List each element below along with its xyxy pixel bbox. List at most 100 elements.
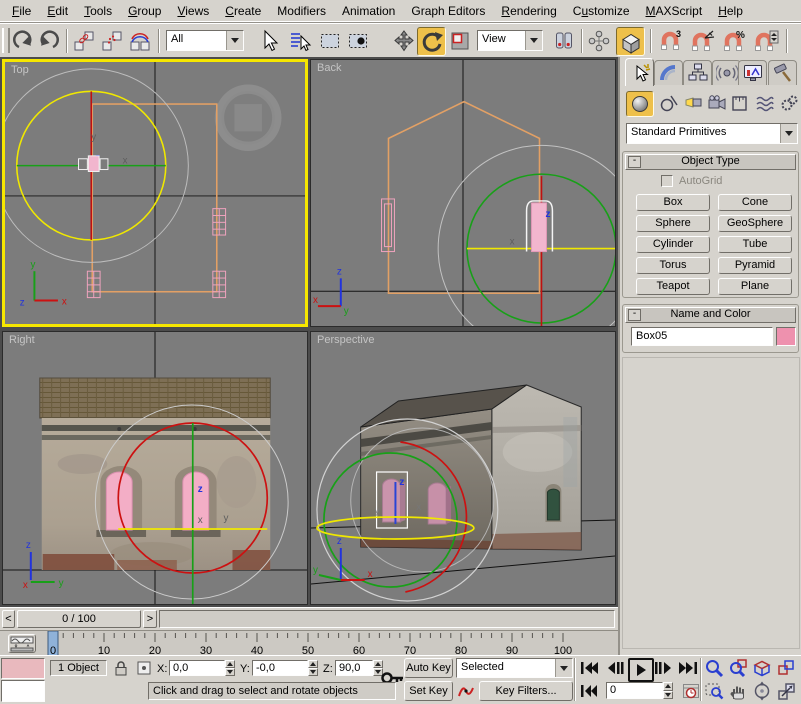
key-filters-button[interactable]: Key Filters... — [479, 681, 573, 701]
right-viewport-canvas[interactable]: z x y z x y — [3, 332, 307, 604]
x-spinner[interactable] — [225, 660, 235, 676]
rectangular-selection-region-icon[interactable] — [316, 27, 343, 54]
tab-modify[interactable] — [654, 60, 683, 85]
viewport-label[interactable]: Back — [317, 62, 341, 74]
select-and-manipulate-icon[interactable] — [585, 27, 612, 54]
primitive-cone-button[interactable]: Cone — [718, 194, 792, 211]
viewport-top[interactable]: Top y x z — [2, 59, 308, 327]
key-tangent-icon[interactable] — [456, 681, 476, 701]
menu-item-views[interactable]: Views — [169, 2, 217, 20]
menu-item-graph-editors[interactable]: Graph Editors — [403, 2, 493, 20]
object-name-input[interactable]: Box05 — [633, 329, 771, 344]
category-lights-icon[interactable] — [682, 91, 705, 115]
z-value-field[interactable]: 90,0 — [335, 660, 373, 676]
object-type-rollout-title[interactable]: - Object Type — [625, 154, 796, 170]
play-icon[interactable] — [628, 658, 654, 682]
window-crossing-icon[interactable] — [344, 27, 371, 54]
menu-item-edit[interactable]: Edit — [39, 2, 76, 20]
menu-item-create[interactable]: Create — [217, 2, 269, 20]
primitive-box-button[interactable]: Box — [636, 194, 710, 211]
snaps-toggle-icon[interactable] — [616, 27, 645, 56]
primitive-teapot-button[interactable]: Teapot — [636, 278, 710, 295]
next-frame-icon[interactable] — [653, 658, 673, 678]
primitive-plane-button[interactable]: Plane — [718, 278, 792, 295]
select-and-rotate-icon[interactable] — [417, 27, 446, 56]
viewport-label[interactable]: Right — [9, 334, 35, 346]
chevron-down-icon[interactable] — [525, 31, 542, 50]
zoom-extents-all-icon[interactable] — [775, 658, 797, 678]
previous-frame-icon[interactable] — [606, 658, 626, 678]
bind-to-space-warp-icon[interactable] — [126, 27, 153, 54]
viewport-label[interactable]: Perspective — [317, 334, 374, 346]
viewport-back[interactable]: Back z x — [310, 59, 616, 327]
menu-item-modifiers[interactable]: Modifiers — [269, 2, 334, 20]
tab-create[interactable] — [625, 58, 654, 86]
menu-item-maxscript[interactable]: MAXScript — [638, 2, 711, 20]
collapse-icon[interactable]: - — [628, 156, 641, 168]
chevron-down-icon[interactable] — [780, 124, 797, 143]
category-shapes-icon[interactable] — [657, 91, 680, 115]
autogrid-checkbox[interactable] — [661, 175, 673, 187]
chevron-down-icon[interactable] — [226, 31, 243, 50]
category-systems-icon[interactable] — [777, 91, 800, 115]
go-to-start-icon[interactable] — [578, 658, 602, 678]
object-color-swatch[interactable] — [776, 327, 796, 346]
tab-utilities[interactable] — [768, 60, 797, 85]
primitive-geosphere-button[interactable]: GeoSphere — [718, 215, 792, 232]
back-viewport-canvas[interactable]: z x z x y — [311, 60, 615, 326]
y-spinner[interactable] — [308, 660, 318, 676]
auto-key-button[interactable]: Auto Key — [404, 658, 453, 678]
menu-item-rendering[interactable]: Rendering — [493, 2, 564, 20]
arc-rotate-icon[interactable] — [751, 681, 773, 701]
zoom-icon[interactable] — [703, 658, 725, 678]
frame-spinner[interactable] — [663, 682, 673, 699]
select-and-link-icon[interactable] — [70, 27, 97, 54]
snap-3d-icon[interactable]: 3 — [656, 27, 683, 54]
primitive-cylinder-button[interactable]: Cylinder — [636, 236, 710, 253]
perspective-viewport-canvas[interactable]: z y x z y x — [311, 332, 615, 604]
absolute-mode-icon[interactable] — [133, 659, 155, 677]
min-max-toggle-icon[interactable] — [775, 681, 797, 701]
viewport-nav-widget[interactable] — [215, 84, 282, 150]
tab-motion[interactable] — [712, 60, 741, 85]
menu-item-tools[interactable]: Tools — [76, 2, 120, 20]
undo-icon[interactable] — [8, 27, 35, 54]
redo-icon[interactable] — [36, 27, 63, 54]
key-mode-toggle-icon[interactable] — [578, 681, 602, 701]
selection-filter-dropdown[interactable]: All — [166, 30, 244, 51]
collapse-icon[interactable]: - — [628, 309, 641, 321]
house-wall-texture[interactable] — [40, 378, 270, 570]
select-object-icon[interactable] — [254, 27, 281, 54]
tab-display[interactable] — [738, 60, 767, 85]
maxscript-mini-listener[interactable] — [1, 680, 45, 702]
category-cameras-icon[interactable] — [705, 91, 728, 115]
viewport-perspective[interactable]: Perspective — [310, 331, 616, 605]
select-and-move-icon[interactable] — [390, 27, 417, 54]
zoom-extents-icon[interactable] — [751, 658, 773, 678]
maxscript-mini-listener-macro[interactable] — [1, 658, 45, 679]
select-and-scale-icon[interactable] — [446, 27, 473, 54]
primitive-tube-button[interactable]: Tube — [718, 236, 792, 253]
menu-item-animation[interactable]: Animation — [334, 2, 403, 20]
time-mode-dropdown[interactable]: Selected — [456, 658, 573, 678]
green-window[interactable] — [547, 489, 559, 520]
select-by-name-icon[interactable] — [286, 27, 313, 54]
category-helpers-icon[interactable] — [728, 91, 751, 115]
zoom-all-icon[interactable] — [727, 658, 749, 678]
pan-hand-icon[interactable] — [727, 681, 749, 701]
percent-snap-icon[interactable]: % — [720, 27, 747, 54]
x-value-field[interactable]: 0,0 — [169, 660, 225, 676]
go-to-end-icon[interactable] — [676, 658, 700, 678]
menu-item-group[interactable]: Group — [120, 2, 169, 20]
top-viewport-canvas[interactable]: y x z y x z — [5, 62, 305, 324]
category-space-warps-icon[interactable] — [753, 91, 776, 115]
selection-lock-icon[interactable] — [111, 659, 131, 677]
spinner-snap-icon[interactable] — [752, 27, 779, 54]
menu-item-customize[interactable]: Customize — [565, 2, 638, 20]
time-configuration-icon[interactable] — [680, 681, 701, 701]
category-geometry-icon[interactable] — [626, 91, 654, 117]
name-and-color-rollout-title[interactable]: - Name and Color — [625, 307, 796, 323]
primitive-pyramid-button[interactable]: Pyramid — [718, 257, 792, 274]
open-mini-curve-editor-icon[interactable] — [8, 634, 36, 653]
tab-hierarchy[interactable] — [683, 60, 712, 85]
